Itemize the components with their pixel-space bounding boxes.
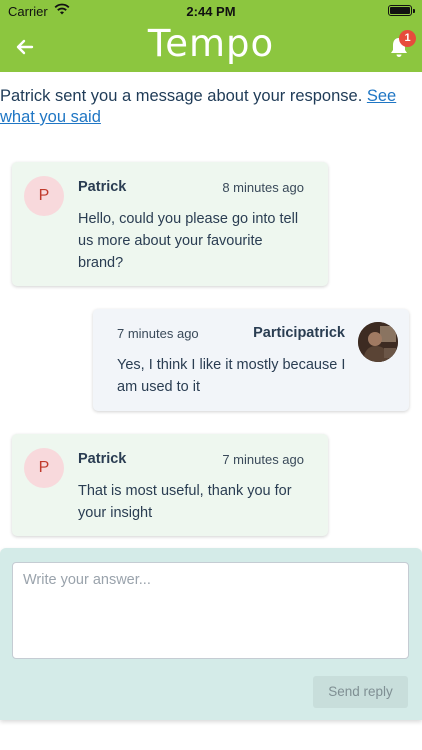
sender-name: Participatrick [253,325,345,341]
message-card: P Patrick 8 minutes ago Hello, could you… [12,162,328,286]
message-time: 8 minutes ago [222,180,304,195]
battery-icon [388,5,415,16]
message-body: That is most useful, thank you for your … [78,483,292,521]
reply-composer: Write your answer... Send reply [0,548,422,720]
send-reply-button[interactable]: Send reply [313,676,408,708]
notice-text: Patrick sent you a message about your re… [0,86,414,128]
clock: 2:44 PM [186,4,236,19]
answer-input[interactable]: Write your answer... [12,562,409,659]
message-time: 7 minutes ago [117,326,199,341]
sender-name: Patrick [78,451,127,467]
message-card: 7 minutes ago Participatrick Yes, I thin… [93,309,409,411]
sender-avatar: P [24,448,64,488]
app-header: Tempo 1 [0,22,422,72]
message-time: 7 minutes ago [222,452,304,467]
app-title: Tempo [147,22,275,65]
user-photo-avatar [358,322,398,362]
notification-badge: 1 [399,30,416,47]
status-bar: Carrier 2:44 PM [0,0,422,22]
message-body: Hello, could you please go into tell us … [78,211,299,271]
message-body: Yes, I think I like it mostly because I … [117,357,346,395]
message-card: P Patrick 7 minutes ago That is most use… [12,434,328,536]
notice-message: Patrick sent you a message about your re… [0,87,367,105]
sender-avatar: P [24,176,64,216]
user-photo [358,322,398,362]
sender-name: Patrick [78,179,127,195]
